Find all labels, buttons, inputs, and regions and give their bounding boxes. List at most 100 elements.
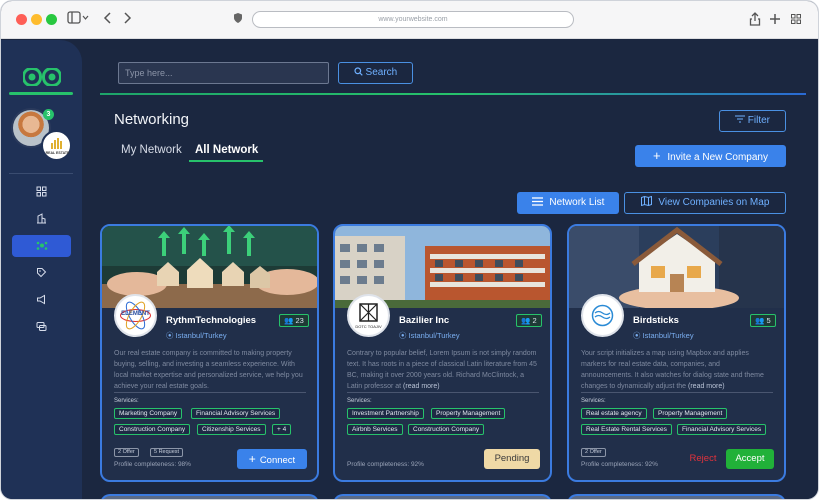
sidebar: 3 REAL ESTATE — [1, 40, 82, 499]
close-window-button[interactable] — [16, 14, 27, 25]
network-list-label: Network List — [549, 197, 605, 208]
users-icon: 👥 — [284, 316, 294, 325]
connections-count: 👥 23 — [279, 314, 309, 327]
forward-icon[interactable] — [122, 11, 132, 29]
megaphone-icon — [37, 294, 45, 305]
network-icon — [36, 241, 47, 250]
sidebar-item-dashboard[interactable] — [12, 181, 71, 203]
read-more-link[interactable]: (read more) — [688, 383, 725, 390]
company-logo-text: DOTC TOAJIV — [355, 324, 382, 329]
profile-completeness: Profile completeness: 92% — [581, 461, 658, 468]
service-tag: Citizenship Services — [197, 424, 266, 435]
company-card[interactable]: DOTC TOAJIV Bazilier Inc ⦿ Istanbul/Turk… — [333, 224, 552, 482]
tab-overview-icon[interactable] — [790, 11, 802, 31]
sidebar-item-announcements[interactable] — [12, 289, 71, 311]
connections-count: 👥 2 — [516, 314, 542, 327]
search-button-label: Search — [365, 67, 398, 78]
service-tag: Investment Partnership — [347, 408, 424, 419]
filter-button-label: Filter — [747, 115, 770, 126]
network-list-button[interactable]: Network List — [517, 192, 619, 214]
service-tag: Real estate agency — [581, 408, 647, 419]
company-location: ⦿ Istanbul/Turkey — [166, 331, 227, 340]
sidebar-item-properties[interactable] — [12, 208, 71, 230]
company-card[interactable]: ELEMENT RythmTechnologies ⦿ Istanbul/Tur… — [100, 224, 319, 482]
company-logo: ELEMENT — [114, 294, 157, 337]
company-card[interactable]: Birdsticks ⦿ Istanbul/Turkey 👥 5 Your sc… — [567, 224, 786, 482]
building-icon — [37, 213, 46, 224]
browser-toolbar: www.yourwebsite.com — [1, 1, 818, 39]
search-button[interactable]: Search — [338, 62, 413, 84]
service-tag: Airbnb Services — [347, 424, 403, 435]
company-location: ⦿ Istanbul/Turkey — [633, 331, 694, 340]
connect-button[interactable]: + Connect — [237, 449, 307, 469]
logo-underline — [9, 92, 73, 95]
company-name[interactable]: Bazilier Inc — [399, 315, 449, 326]
services-label: Services: — [114, 398, 139, 404]
app-logo-icon[interactable] — [23, 68, 61, 86]
read-more-link[interactable]: (read more) — [403, 383, 440, 390]
building-bars-icon — [51, 138, 62, 149]
main-content: Search Networking Filter My Network All … — [82, 40, 818, 499]
sidebar-item-messages[interactable] — [12, 316, 71, 338]
profile-completeness: Profile completeness: 92% — [347, 461, 424, 468]
company-logo-text: ELEMENT — [121, 311, 150, 317]
service-tag: Financial Advisory Services — [191, 408, 281, 419]
back-icon[interactable] — [103, 11, 113, 29]
company-description: Your script initializes a map using Mapb… — [581, 350, 764, 390]
maximize-window-button[interactable] — [46, 14, 57, 25]
sidebar-item-networking[interactable] — [12, 235, 71, 257]
minimize-window-button[interactable] — [31, 14, 42, 25]
location-pin-icon: ⦿ — [166, 331, 176, 340]
connections-count: 👥 5 — [750, 314, 776, 327]
tab-all-network[interactable]: All Network — [195, 144, 258, 156]
tag-icon — [37, 268, 47, 278]
active-tab-indicator — [189, 160, 263, 162]
sidebar-item-offers[interactable] — [12, 262, 71, 284]
notification-badge: 3 — [43, 109, 54, 120]
company-card-peek — [567, 494, 786, 499]
search-icon — [354, 67, 363, 76]
company-name[interactable]: RythmTechnologies — [166, 315, 256, 326]
card-divider — [581, 392, 773, 393]
company-description: Contrary to popular belief, Lorem Ipsum … — [347, 350, 537, 390]
card-divider — [347, 392, 539, 393]
company-card-peek — [100, 494, 319, 499]
more-services-tag[interactable]: + 4 — [272, 424, 292, 435]
invite-company-button[interactable]: + Invite a New Company — [635, 145, 786, 167]
plus-icon: + — [248, 452, 256, 466]
company-logo: DOTC TOAJIV — [347, 294, 390, 337]
sidebar-toggle-icon[interactable] — [67, 11, 89, 29]
view-map-button[interactable]: View Companies on Map — [624, 192, 786, 214]
search-input[interactable] — [118, 62, 329, 84]
company-logo-text: REAL ESTATE — [45, 151, 70, 155]
service-tag: Marketing Company — [114, 408, 183, 419]
new-tab-icon[interactable] — [769, 11, 781, 31]
services-label: Services: — [347, 398, 372, 404]
plus-icon: + — [653, 148, 661, 163]
filter-button[interactable]: Filter — [719, 110, 786, 132]
company-description: Our real estate company is committed to … — [114, 350, 303, 390]
tab-my-network[interactable]: My Network — [121, 144, 182, 156]
browser-window: www.yourwebsite.com 3 REAL ESTATE Type h… — [0, 0, 819, 500]
card-divider — [114, 392, 306, 393]
service-tag: Real Estate Rental Services — [581, 424, 672, 435]
share-icon[interactable] — [749, 11, 761, 31]
accept-button[interactable]: Accept — [726, 449, 774, 469]
services-label: Services: — [581, 398, 606, 404]
company-card-peek — [333, 494, 552, 499]
users-icon: 👥 — [521, 316, 531, 325]
grid-icon — [36, 186, 47, 197]
page-title: Networking — [114, 111, 190, 128]
company-name[interactable]: Birdsticks — [633, 315, 679, 326]
location-pin-icon: ⦿ — [399, 331, 409, 340]
location-pin-icon: ⦿ — [633, 331, 643, 340]
company-logo[interactable]: REAL ESTATE — [41, 130, 72, 161]
chat-icon — [36, 322, 47, 331]
filter-icon — [734, 115, 745, 123]
reject-button[interactable]: Reject — [683, 449, 723, 469]
pending-button[interactable]: Pending — [484, 449, 540, 469]
address-bar[interactable]: www.yourwebsite.com — [252, 11, 574, 28]
offer-badge: 2 Offer — [581, 448, 606, 457]
list-icon — [531, 197, 543, 206]
service-tag: Construction Company — [114, 424, 191, 435]
